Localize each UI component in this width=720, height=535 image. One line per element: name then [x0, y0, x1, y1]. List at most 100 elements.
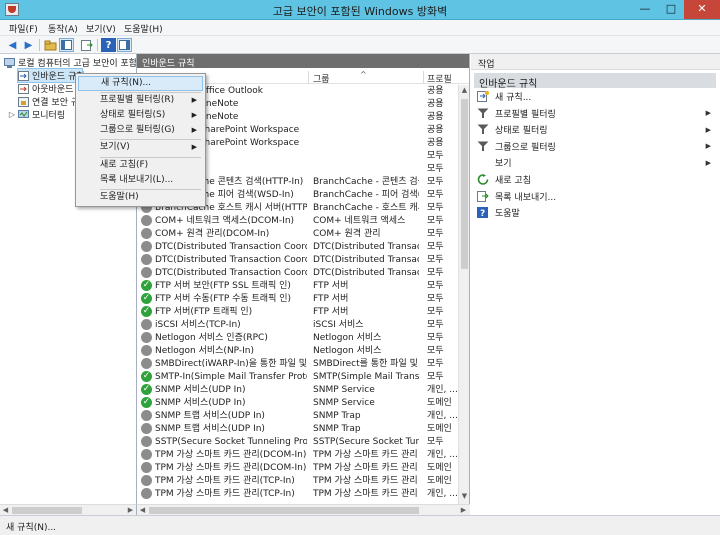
table-row[interactable]: TPM 가상 스마트 카드 관리(DCOM-In) TPM 가상 스마트 카드 관… — [137, 449, 458, 462]
table-row[interactable]: TPM 가상 스마트 카드 관리(TCP-In) TPM 가상 스마트 카드 관리… — [137, 475, 458, 488]
export-list-icon[interactable] — [79, 38, 94, 52]
action-item[interactable]: 상태로 필터링 ▶ — [477, 123, 711, 136]
maximize-button[interactable]: □ — [658, 0, 684, 19]
actions-section-header[interactable]: 인바운드 규칙 — [474, 73, 716, 90]
action-item-label: 목록 내보내기... — [495, 192, 557, 203]
action-item[interactable]: 새 규칙... — [477, 90, 711, 103]
rule-profile: 공용 — [427, 138, 444, 148]
rule-disabled-icon — [141, 319, 152, 330]
scroll-thumb[interactable] — [461, 99, 468, 269]
show-hide-tree-icon[interactable] — [59, 38, 74, 52]
back-icon[interactable]: ◀ — [5, 38, 20, 52]
menu-file[interactable]: 파일(F) — [9, 22, 38, 35]
rules-horizontal-scrollbar[interactable]: ◀ ▶ — [137, 504, 470, 515]
rule-name: DTC(Distributed Transaction Coordinato..… — [155, 242, 307, 252]
context-item-label: 그룹으로 필터링(G) — [100, 125, 175, 135]
action-item[interactable]: 목록 내보내기... — [477, 190, 711, 203]
close-button[interactable]: ✕ — [684, 0, 720, 19]
scroll-up-icon[interactable]: ▲ — [459, 85, 470, 96]
filter-icon — [477, 141, 489, 152]
rules-vertical-scrollbar[interactable]: ▲ ▼ — [458, 85, 469, 504]
table-row[interactable]: COM+ 원격 관리(DCOM-In) COM+ 원격 관리 모두 — [137, 228, 458, 241]
help-icon[interactable]: ? — [101, 38, 116, 52]
rule-profile: 모두 — [427, 320, 444, 330]
action-item[interactable]: 새로 고침 — [477, 173, 711, 186]
rule-profile: 모두 — [427, 372, 444, 382]
tree-item-inbound-rules[interactable]: 인바운드 규칙 — [17, 68, 85, 83]
scroll-thumb[interactable] — [12, 507, 82, 514]
rule-enabled-icon: ✓ — [141, 397, 152, 408]
table-row[interactable]: SNMP 트랩 서비스(UDP In) SNMP Trap 개인, ... — [137, 410, 458, 423]
table-row[interactable]: iSCSI 서비스(TCP-In) iSCSI 서비스 모두 — [137, 319, 458, 332]
tree-horizontal-scrollbar[interactable]: ◀ ▶ — [0, 504, 137, 515]
column-divider[interactable] — [308, 71, 309, 83]
table-row[interactable]: TPM 가상 스마트 카드 관리(DCOM-In) TPM 가상 스마트 카드 관… — [137, 462, 458, 475]
table-row[interactable]: ✓ SNMP 서비스(UDP In) SNMP Service 도메인 — [137, 397, 458, 410]
rule-enabled-icon: ✓ — [141, 384, 152, 395]
table-row[interactable]: SSTP(Secure Socket Tunneling Protocol)..… — [137, 436, 458, 449]
table-row[interactable]: ✓ SNMP 서비스(UDP In) SNMP Service 개인, ... — [137, 384, 458, 397]
export-icon — [477, 190, 489, 202]
expand-arrow-icon[interactable]: ▷ — [8, 110, 16, 120]
scroll-thumb[interactable] — [149, 507, 419, 514]
show-hide-action-pane-icon[interactable] — [117, 38, 132, 52]
context-item-filter-by-state[interactable]: 상태로 필터링(S) ▶ — [78, 108, 203, 123]
column-group[interactable]: 그룹 — [313, 72, 330, 85]
action-item[interactable]: ? 도움말 — [477, 206, 711, 219]
table-row[interactable]: DTC(Distributed Transaction Coordinato..… — [137, 241, 458, 254]
table-row[interactable]: SMBDirect(iWARP-In)을 통한 파일 및 프... SMBDire… — [137, 358, 458, 371]
action-item[interactable]: 그룹으로 필터링 ▶ — [477, 140, 711, 153]
action-item[interactable]: 보기 ▶ — [477, 156, 711, 170]
rule-profile: 모두 — [427, 281, 444, 291]
action-item-label: 프로필별 필터링 — [495, 109, 556, 120]
forward-icon[interactable]: ▶ — [21, 38, 36, 52]
toolbar-separator — [97, 39, 98, 51]
rule-disabled-icon — [141, 215, 152, 226]
table-row[interactable]: ✓ FTP 서버 수동(FTP 수동 트래픽 인) FTP 서버 모두 — [137, 293, 458, 306]
context-item-help[interactable]: 도움말(H) — [78, 190, 203, 205]
minimize-button[interactable]: — — [632, 0, 658, 19]
table-row[interactable]: COM+ 네트워크 액세스(DCOM-In) COM+ 네트워크 액세스 모두 — [137, 215, 458, 228]
column-profile[interactable]: 프로필 — [427, 72, 452, 85]
action-item-label: 새 규칙... — [495, 93, 532, 103]
table-row[interactable]: ✓ FTP 서버(FTP 트래픽 인) FTP 서버 모두 — [137, 306, 458, 319]
menu-action[interactable]: 동작(A) — [48, 22, 78, 35]
rule-name: SNMP 서비스(UDP In) — [155, 398, 246, 408]
table-row[interactable]: Netlogon 서비스(NP-In) Netlogon 서비스 모두 — [137, 345, 458, 358]
rule-enabled-icon: ✓ — [141, 280, 152, 291]
rule-disabled-icon — [141, 475, 152, 486]
actions-pane: 작업 인바운드 규칙 새 규칙... 프로필별 필터링 ▶ 상태로 필터링 ▶ 그룹으로 … — [471, 54, 720, 515]
inbound-rules-icon — [18, 70, 29, 81]
rule-disabled-icon — [141, 462, 152, 473]
rule-group: BranchCache - 콘텐츠 검색... — [313, 177, 419, 187]
tree-item-monitoring[interactable]: ▷ 모니터링 — [8, 108, 65, 121]
table-row[interactable]: ✓ FTP 서버 보안(FTP SSL 트래픽 인) FTP 서버 모두 — [137, 280, 458, 293]
rule-group: FTP 서버 — [313, 281, 349, 291]
table-row[interactable]: Netlogon 서비스 인증(RPC) Netlogon 서비스 모두 — [137, 332, 458, 345]
tree-root[interactable]: 로컬 컴퓨터의 고급 보안이 포함 — [4, 56, 136, 69]
table-row[interactable]: SNMP 트랩 서비스(UDP In) SNMP Trap 도메인 — [137, 423, 458, 436]
context-item-new-rule[interactable]: 새 규칙(N)... — [78, 76, 203, 91]
context-item-refresh[interactable]: 새로 고침(F) — [78, 158, 203, 173]
context-item-export-list[interactable]: 목록 내보내기(L)... — [78, 173, 203, 188]
context-item-filter-by-group[interactable]: 그룹으로 필터링(G) ▶ — [78, 123, 203, 138]
rule-disabled-icon — [141, 436, 152, 447]
up-folder-icon[interactable] — [43, 38, 58, 52]
context-item-view[interactable]: 보기(V) ▶ — [78, 140, 203, 155]
rule-group: FTP 서버 — [313, 294, 349, 304]
action-item[interactable]: 프로필별 필터링 ▶ — [477, 107, 711, 120]
scroll-down-icon[interactable]: ▼ — [459, 491, 470, 502]
rule-name: TPM 가상 스마트 카드 관리(TCP-In) — [155, 489, 295, 499]
table-row[interactable]: TPM 가상 스마트 카드 관리(TCP-In) TPM 가상 스마트 카드 관리… — [137, 488, 458, 501]
rule-name: FTP 서버 보안(FTP SSL 트래픽 인) — [155, 281, 291, 291]
column-divider[interactable] — [423, 71, 424, 83]
table-row[interactable]: DTC(Distributed Transaction Coordinato..… — [137, 267, 458, 280]
rule-profile: 공용 — [427, 86, 444, 96]
table-row[interactable]: DTC(Distributed Transaction Coordinato..… — [137, 254, 458, 267]
rule-name: COM+ 원격 관리(DCOM-In) — [155, 229, 270, 239]
table-row[interactable]: ✓SMTP-In(Simple Mail Transfer Protocol) S… — [137, 371, 458, 384]
rule-disabled-icon — [141, 345, 152, 356]
menu-view[interactable]: 보기(V) — [86, 22, 116, 35]
context-item-filter-by-profile[interactable]: 프로필별 필터링(R) ▶ — [78, 93, 203, 108]
menu-help[interactable]: 도움말(H) — [124, 22, 163, 35]
